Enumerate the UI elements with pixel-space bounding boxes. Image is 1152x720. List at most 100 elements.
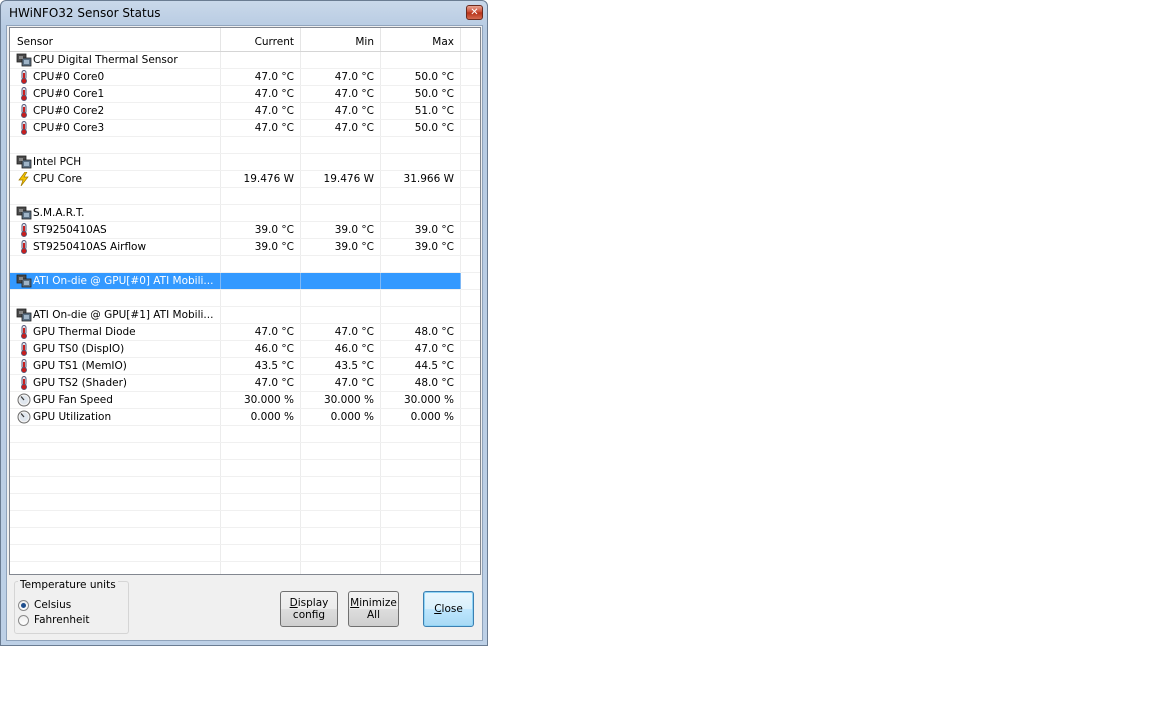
filler-cell [461, 239, 480, 255]
table-row[interactable]: CPU#0 Core3 47.0 °C 47.0 °C 50.0 °C [10, 120, 480, 137]
radio-celsius[interactable]: Celsius [18, 599, 128, 613]
table-row[interactable]: GPU Fan Speed 30.000 % 30.000 % 30.000 % [10, 392, 480, 409]
max-value-cell: 50.0 °C [381, 69, 461, 85]
filler-cell [461, 137, 480, 153]
sensor-label: GPU TS2 (Shader) [33, 377, 127, 389]
max-value-cell [381, 528, 461, 544]
sensor-label: ATI On-die @ GPU[#0] ATI Mobili... [33, 275, 214, 287]
max-value-cell [381, 307, 461, 323]
thermometer-icon [16, 223, 32, 237]
min-value-cell [301, 188, 381, 204]
max-value-cell [381, 545, 461, 561]
current-value-cell: 39.0 °C [221, 239, 301, 255]
filler-cell [461, 528, 480, 544]
table-row[interactable]: CPU Digital Thermal Sensor [10, 52, 480, 69]
current-value-cell [221, 256, 301, 272]
title-bar[interactable]: HWiNFO32 Sensor Status ✕ [1, 1, 487, 26]
sensor-name-cell [10, 511, 221, 527]
current-value-cell: 47.0 °C [221, 120, 301, 136]
table-row[interactable]: CPU#0 Core0 47.0 °C 47.0 °C 50.0 °C [10, 69, 480, 86]
sensor-label: GPU Thermal Diode [33, 326, 136, 338]
table-row[interactable]: ST9250410AS 39.0 °C 39.0 °C 39.0 °C [10, 222, 480, 239]
table-row[interactable]: GPU TS1 (MemIO) 43.5 °C 43.5 °C 44.5 °C [10, 358, 480, 375]
table-row[interactable]: GPU Thermal Diode 47.0 °C 47.0 °C 48.0 °C [10, 324, 480, 341]
sensor-rows: CPU Digital Thermal Sensor CPU#0 Core0 47.… [10, 52, 480, 574]
sensor-label: ST9250410AS Airflow [33, 241, 147, 253]
thermometer-icon [16, 121, 32, 135]
min-value-cell [301, 290, 381, 306]
min-value-cell [301, 52, 381, 68]
filler-cell [461, 460, 480, 476]
display-config-button[interactable]: Display config [280, 591, 338, 627]
sensor-name-cell [10, 443, 221, 459]
sensor-name-cell [10, 494, 221, 510]
filler-cell [461, 256, 480, 272]
minimize-all-button[interactable]: Minimize All [348, 591, 399, 627]
min-value-cell: 0.000 % [301, 409, 381, 425]
table-row[interactable]: GPU TS2 (Shader) 47.0 °C 47.0 °C 48.0 °C [10, 375, 480, 392]
filler-cell [461, 511, 480, 527]
current-value-cell [221, 460, 301, 476]
table-row-empty [10, 426, 480, 443]
min-value-cell: 47.0 °C [301, 103, 381, 119]
current-value-cell [221, 443, 301, 459]
sensor-name-cell: CPU#0 Core3 [10, 120, 221, 136]
sensor-name-cell [10, 137, 221, 153]
sensor-label: CPU#0 Core1 [33, 88, 105, 100]
filler-cell [461, 375, 480, 391]
sensor-name-cell [10, 562, 221, 574]
current-value-cell: 47.0 °C [221, 103, 301, 119]
min-value-cell: 39.0 °C [301, 239, 381, 255]
current-value-cell: 47.0 °C [221, 86, 301, 102]
radio-celsius-label[interactable]: Celsius [34, 599, 71, 611]
radio-fahrenheit-label[interactable]: Fahrenheit [34, 614, 90, 626]
table-row[interactable]: GPU Utilization 0.000 % 0.000 % 0.000 % [10, 409, 480, 426]
current-value-cell [221, 205, 301, 221]
table-row[interactable]: CPU Core 19.476 W 19.476 W 31.966 W [10, 171, 480, 188]
sensor-name-cell: GPU TS2 (Shader) [10, 375, 221, 391]
sensor-list[interactable]: Sensor Current Min Max CPU Digital Therm… [9, 27, 481, 575]
radio-fahrenheit-indicator[interactable] [18, 615, 29, 626]
close-button[interactable]: Close [423, 591, 474, 627]
table-row[interactable]: Intel PCH [10, 154, 480, 171]
thermometer-icon [16, 87, 32, 101]
sensor-label: CPU#0 Core2 [33, 105, 105, 117]
min-value-cell [301, 137, 381, 153]
sensor-label: S.M.A.R.T. [33, 207, 85, 219]
min-value-cell [301, 256, 381, 272]
min-value-cell: 30.000 % [301, 392, 381, 408]
sensor-name-cell: GPU Utilization [10, 409, 221, 425]
min-value-cell: 47.0 °C [301, 86, 381, 102]
table-row[interactable]: S.M.A.R.T. [10, 205, 480, 222]
table-row[interactable]: ST9250410AS Airflow 39.0 °C 39.0 °C 39.0 °C [10, 239, 480, 256]
thermometer-icon [16, 104, 32, 118]
sensor-label: CPU Digital Thermal Sensor [33, 54, 178, 66]
column-header-max[interactable]: Max [381, 28, 461, 51]
filler-cell [461, 222, 480, 238]
filler-cell [461, 358, 480, 374]
table-row[interactable]: GPU TS0 (DispIO) 46.0 °C 46.0 °C 47.0 °C [10, 341, 480, 358]
column-header-min[interactable]: Min [301, 28, 381, 51]
thermometer-icon [16, 342, 32, 356]
table-row[interactable]: CPU#0 Core2 47.0 °C 47.0 °C 51.0 °C [10, 103, 480, 120]
table-row-empty [10, 511, 480, 528]
max-value-cell [381, 137, 461, 153]
table-row[interactable]: ATI On-die @ GPU[#0] ATI Mobili... [10, 273, 480, 290]
max-value-cell [381, 154, 461, 170]
table-row-empty [10, 137, 480, 154]
table-row-empty [10, 256, 480, 273]
max-value-cell [381, 52, 461, 68]
column-header-sensor[interactable]: Sensor [10, 28, 221, 51]
min-value-cell [301, 545, 381, 561]
max-value-cell [381, 426, 461, 442]
filler-cell [461, 477, 480, 493]
column-header-current[interactable]: Current [221, 28, 301, 51]
table-row[interactable]: ATI On-die @ GPU[#1] ATI Mobili... [10, 307, 480, 324]
radio-fahrenheit[interactable]: Fahrenheit [18, 614, 128, 628]
sensor-label: GPU TS0 (DispIO) [33, 343, 125, 355]
filler-cell [461, 324, 480, 340]
radio-celsius-indicator[interactable] [18, 600, 29, 611]
chip-icon [16, 274, 32, 288]
window-close-button[interactable]: ✕ [466, 5, 483, 20]
table-row[interactable]: CPU#0 Core1 47.0 °C 47.0 °C 50.0 °C [10, 86, 480, 103]
